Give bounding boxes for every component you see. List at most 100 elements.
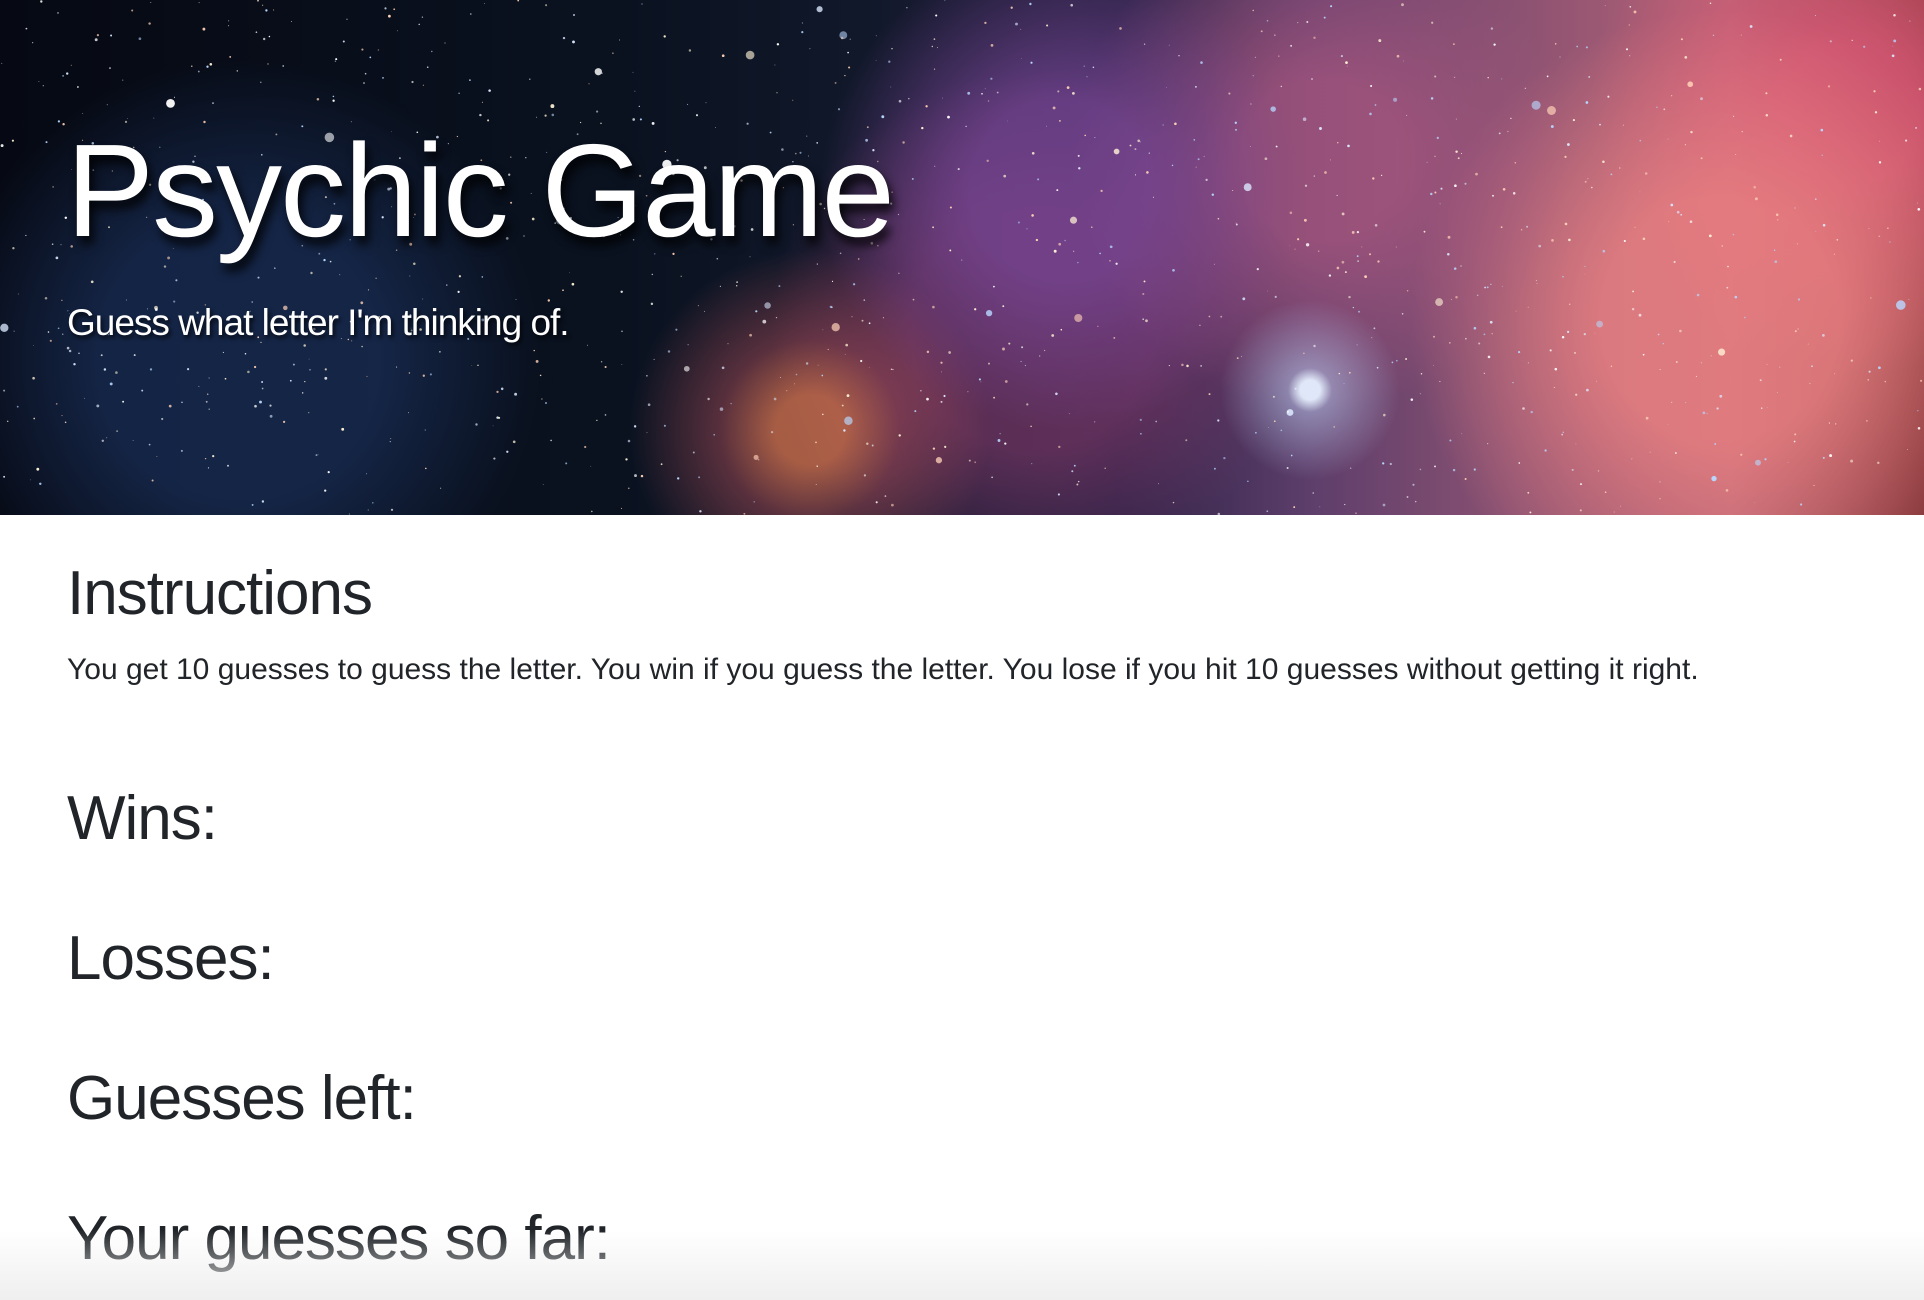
star — [844, 416, 853, 426]
star — [1657, 333, 1660, 336]
star — [1576, 45, 1579, 48]
star — [1328, 274, 1332, 277]
star — [133, 354, 136, 357]
star — [988, 362, 990, 365]
star — [1687, 81, 1694, 88]
star — [367, 289, 370, 291]
star — [719, 407, 724, 411]
star — [1273, 420, 1276, 423]
star — [260, 81, 262, 84]
star — [1774, 260, 1778, 264]
star — [1834, 373, 1836, 375]
star — [809, 48, 811, 50]
star — [847, 51, 849, 54]
star — [1662, 342, 1665, 345]
star — [148, 22, 151, 25]
star — [1827, 85, 1831, 88]
star — [816, 6, 823, 13]
star — [1710, 355, 1712, 357]
star — [719, 285, 722, 287]
star — [84, 397, 86, 399]
star — [1389, 462, 1392, 466]
star — [550, 439, 552, 442]
star — [1140, 432, 1142, 435]
star — [289, 379, 292, 382]
star — [259, 400, 262, 404]
star — [1620, 505, 1621, 507]
star — [667, 350, 671, 353]
star — [1297, 22, 1299, 24]
star — [1490, 27, 1494, 30]
star — [539, 374, 542, 377]
star — [1814, 15, 1816, 17]
star — [212, 102, 214, 104]
losses-label: Losses: — [67, 924, 275, 993]
star — [1794, 433, 1797, 436]
star — [1917, 207, 1921, 211]
star — [1588, 75, 1591, 78]
star — [1235, 128, 1237, 131]
star — [1152, 196, 1154, 198]
star — [1059, 120, 1061, 122]
star — [1554, 43, 1557, 45]
star — [1395, 359, 1398, 362]
star — [936, 47, 939, 49]
star — [57, 120, 61, 123]
star — [1700, 362, 1702, 364]
star — [1336, 266, 1340, 270]
star — [1058, 242, 1062, 246]
star — [1057, 90, 1060, 93]
star — [1483, 372, 1485, 375]
star — [208, 377, 210, 379]
star — [1596, 320, 1603, 328]
star — [1454, 184, 1457, 188]
star — [1077, 480, 1080, 483]
star — [921, 126, 924, 130]
star — [1526, 225, 1529, 228]
star — [1673, 260, 1676, 264]
star — [148, 443, 151, 446]
star — [422, 374, 425, 377]
star — [1773, 249, 1776, 251]
star — [1522, 407, 1525, 410]
star — [1346, 65, 1348, 67]
star — [1891, 54, 1895, 58]
star — [906, 7, 908, 9]
star — [562, 36, 566, 40]
star — [101, 439, 105, 443]
star — [1878, 161, 1882, 164]
star — [1280, 429, 1283, 432]
star — [498, 416, 501, 419]
star — [625, 458, 628, 461]
star — [949, 206, 952, 209]
star — [727, 343, 729, 345]
star — [1531, 100, 1541, 110]
star — [52, 186, 54, 188]
star — [1146, 171, 1149, 174]
star — [310, 271, 313, 275]
star — [755, 310, 758, 313]
star — [1119, 27, 1122, 30]
star — [1599, 123, 1601, 126]
star — [1580, 483, 1582, 486]
star — [254, 404, 257, 408]
star — [1656, 106, 1658, 108]
star — [1797, 328, 1799, 330]
star — [1319, 127, 1322, 130]
star — [683, 365, 690, 372]
star — [1243, 183, 1252, 192]
star — [1487, 443, 1489, 445]
star — [985, 309, 993, 317]
star — [1594, 332, 1596, 334]
star — [163, 265, 167, 268]
star — [1172, 501, 1175, 504]
star — [730, 402, 732, 405]
star — [736, 285, 738, 287]
star — [743, 512, 746, 515]
star — [1068, 413, 1070, 415]
star — [122, 79, 124, 81]
star — [1684, 144, 1687, 146]
star — [458, 92, 460, 95]
star — [198, 2, 200, 4]
star — [1193, 139, 1196, 141]
